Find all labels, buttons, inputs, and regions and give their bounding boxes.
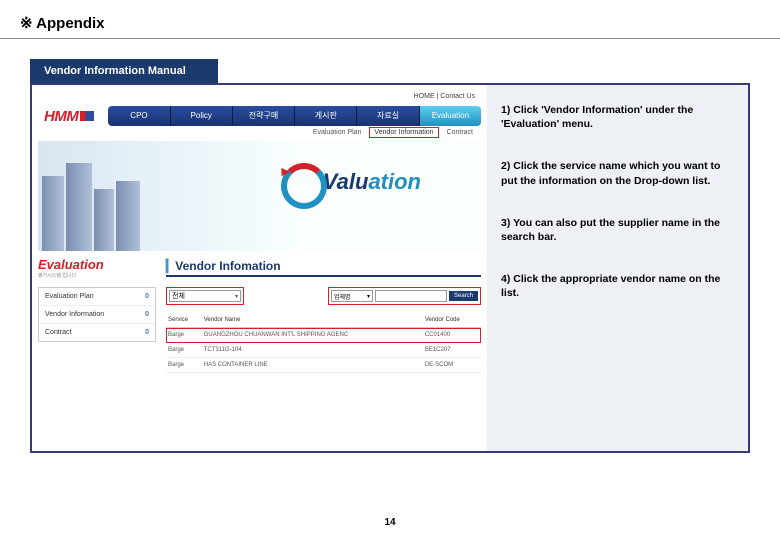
content-panel: Vendor Infomation 전체 ▾ 업체명 ▾ xyxy=(166,257,481,373)
flag-icon xyxy=(80,111,94,121)
app-screenshot: HOME | Contact Us HMM CPO Policy 전략구매 게시… xyxy=(32,85,487,451)
chevron-icon: 0 xyxy=(145,311,149,318)
instruction-step-2: 2) Click the service name which you want… xyxy=(501,159,734,187)
subnav-item[interactable]: Contract xyxy=(447,129,473,136)
chevron-icon: 0 xyxy=(145,293,149,300)
instruction-step-4: 4) Click the appropriate vendor name on … xyxy=(501,272,734,300)
instructions-panel: 1) Click 'Vendor Information' under the … xyxy=(487,85,748,451)
main-content-frame: HOME | Contact Us HMM CPO Policy 전략구매 게시… xyxy=(30,83,750,453)
instruction-step-3: 3) You can also put the supplier name in… xyxy=(501,216,734,244)
table-row[interactable]: Barge GUANGZHOU CHUANWAN INT'L SHIPPING … xyxy=(166,328,481,343)
search-type-select[interactable]: 업체명 ▾ xyxy=(331,290,373,302)
col-code: Vendor Code xyxy=(423,313,481,328)
sub-nav: Evaluation Plan Vendor Information Contr… xyxy=(38,126,481,139)
search-input[interactable] xyxy=(375,290,447,302)
sidebar-item[interactable]: Vendor Information0 xyxy=(39,306,155,324)
page-number: 14 xyxy=(0,517,780,528)
content-title: Vendor Infomation xyxy=(166,259,481,277)
hmm-logo: HMM xyxy=(44,108,94,125)
nav-item[interactable]: Policy xyxy=(171,106,233,126)
chevron-down-icon: ▾ xyxy=(235,293,238,300)
nav-item[interactable]: 게시판 xyxy=(295,106,357,126)
table-row[interactable]: Barge HAS CONTAINER LINE DE-SCOM xyxy=(166,358,481,373)
hero-banner: ► Valuation xyxy=(38,141,481,251)
nav-item-evaluation[interactable]: Evaluation xyxy=(420,106,481,126)
sidebar-subtitle: 평가시스템 입니다 xyxy=(38,272,156,279)
subnav-item-active[interactable]: Vendor Information xyxy=(369,127,438,138)
sidebar-item[interactable]: Evaluation Plan0 xyxy=(39,288,155,306)
instruction-step-1: 1) Click 'Vendor Information' under the … xyxy=(501,103,734,131)
arrow-icon: ► xyxy=(279,163,293,179)
main-nav: CPO Policy 전략구매 게시판 자료실 Evaluation xyxy=(108,106,481,126)
nav-item[interactable]: 전략구매 xyxy=(233,106,295,126)
evaluation-logo: ► Valuation xyxy=(323,169,421,195)
sidebar-title: Evaluation xyxy=(38,257,156,272)
nav-item[interactable]: CPO xyxy=(108,106,170,126)
chevron-icon: 0 xyxy=(145,329,149,336)
sidebar-item[interactable]: Contract0 xyxy=(39,324,155,341)
search-highlight: 업체명 ▾ Search xyxy=(328,287,481,305)
top-links: HOME | Contact Us xyxy=(38,91,481,102)
vendor-table: Service Vendor Name Vendor Code Barge GU… xyxy=(166,313,481,373)
buildings-graphic xyxy=(38,161,158,251)
col-service: Service xyxy=(166,313,202,328)
chevron-down-icon: ▾ xyxy=(367,293,370,300)
service-dropdown-highlight: 전체 ▾ xyxy=(166,287,244,305)
nav-item[interactable]: 자료실 xyxy=(357,106,419,126)
page-title: ※ Appendix xyxy=(0,0,780,39)
service-dropdown[interactable]: 전체 ▾ xyxy=(169,290,241,302)
section-label: Vendor Information Manual xyxy=(30,59,218,83)
sidebar-panel: Evaluation 평가시스템 입니다 Evaluation Plan0 Ve… xyxy=(38,257,156,373)
table-row[interactable]: Barge TCT311G-104 BE1C207 xyxy=(166,343,481,358)
search-button[interactable]: Search xyxy=(449,291,478,301)
col-vendor: Vendor Name xyxy=(202,313,423,328)
subnav-item[interactable]: Evaluation Plan xyxy=(313,129,362,136)
